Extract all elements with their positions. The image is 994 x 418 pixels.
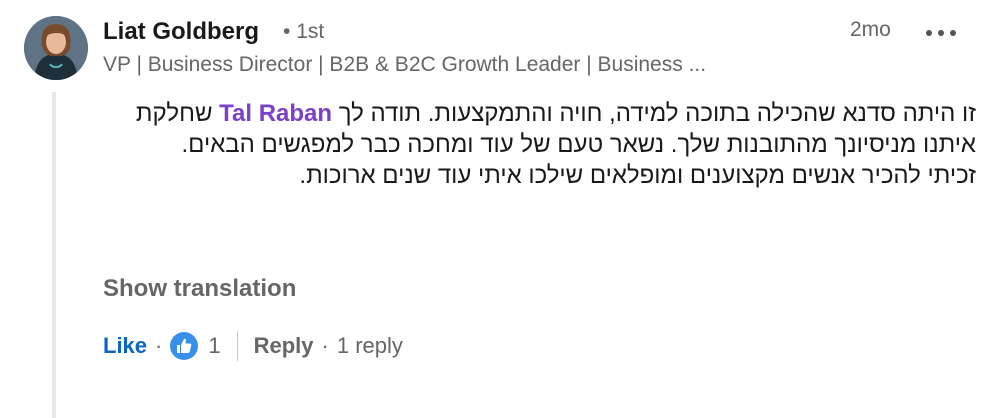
comment-text: זו היתה סדנא שהכילה בתוכה למידה, חויה וה… <box>96 98 976 191</box>
comment-text-before-mention: זו היתה סדנא שהכילה בתוכה למידה, חויה וה… <box>338 100 976 127</box>
actions-divider <box>236 331 238 361</box>
thread-line <box>52 92 56 418</box>
connection-degree: • 1st <box>283 20 324 44</box>
reply-button[interactable]: Reply <box>254 333 314 359</box>
show-translation-button[interactable]: Show translation <box>103 275 296 303</box>
avatar[interactable] <box>24 16 88 80</box>
like-button[interactable]: Like <box>103 333 147 359</box>
more-horizontal-icon[interactable] <box>926 28 956 38</box>
comment-actions: Like · 1 Reply · 1 reply <box>103 330 403 362</box>
more-dot <box>950 30 956 36</box>
action-separator: · <box>321 333 329 358</box>
author-headline: VP | Business Director | B2B & B2C Growt… <box>103 53 707 76</box>
replies-count-link[interactable]: 1 reply <box>337 333 403 359</box>
more-dot <box>926 30 932 36</box>
mention-link[interactable]: Tal Raban <box>219 100 332 127</box>
comment-paragraph-1: זו היתה סדנא שהכילה בתוכה למידה, חויה וה… <box>96 98 976 160</box>
degree-separator: • <box>283 20 291 43</box>
degree-label: 1st <box>296 20 325 43</box>
thumb-glyph <box>177 338 192 353</box>
more-dot <box>938 30 944 36</box>
action-separator: · <box>155 333 163 358</box>
comment-time: 2mo <box>850 18 891 41</box>
like-thumb-icon[interactable] <box>170 332 199 360</box>
reaction-count[interactable]: 1 <box>208 333 220 359</box>
avatar-photo <box>24 16 88 80</box>
comment-paragraph-2: זכיתי להכיר אנשים מקצוענים ומופלאים שילכ… <box>299 162 976 189</box>
author-name[interactable]: Liat Goldberg <box>103 18 259 46</box>
